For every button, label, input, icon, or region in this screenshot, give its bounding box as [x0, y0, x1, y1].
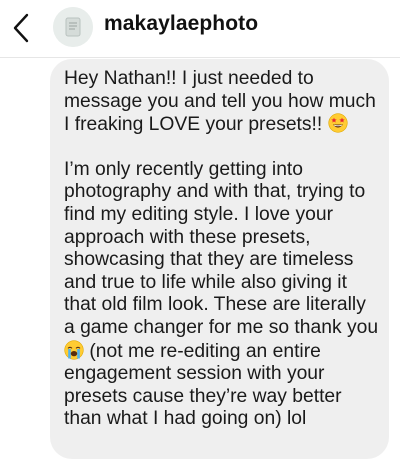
message-text-2b: (not me re-editing an entire engagement … — [64, 340, 342, 430]
chat-header: makaylaephoto — [0, 0, 400, 58]
message-bubble[interactable]: Hey Nathan!! I just needed to message yo… — [50, 59, 389, 459]
chat-username[interactable]: makaylaephoto — [104, 12, 258, 36]
star-struck-emoji-icon — [328, 113, 348, 133]
profile-avatar-icon[interactable] — [53, 7, 93, 47]
chevron-left-icon — [13, 13, 29, 43]
message-paragraph-1: Hey Nathan!! I just needed to message yo… — [64, 68, 379, 137]
back-button[interactable] — [6, 8, 36, 48]
loudly-crying-emoji-icon — [64, 339, 84, 360]
message-text-2a: I’m only recently getting into photograp… — [64, 158, 379, 338]
message-paragraph-2: I’m only recently getting into photograp… — [64, 159, 379, 431]
